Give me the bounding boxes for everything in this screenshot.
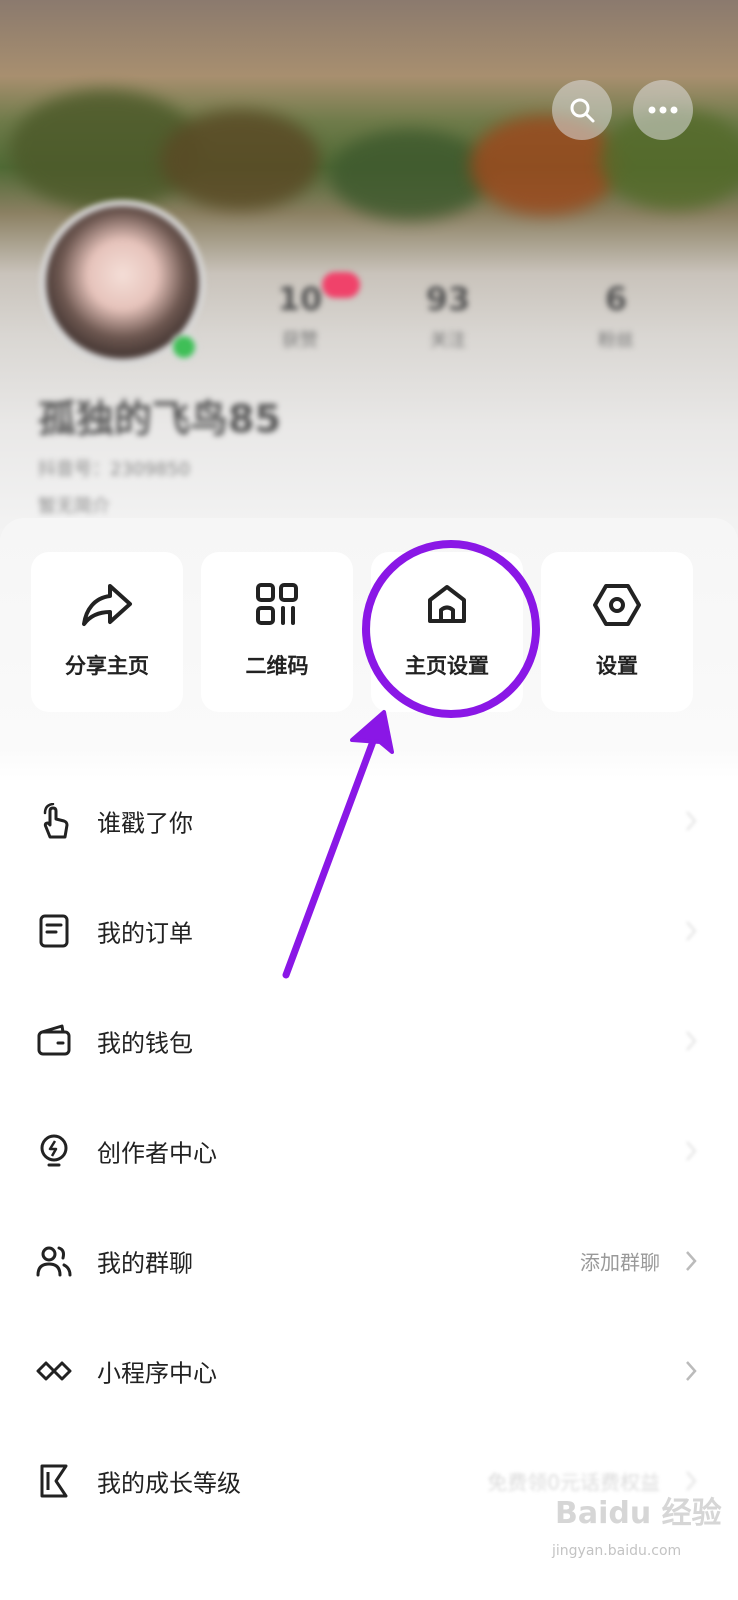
watermark-brand: Baidu 经验: [555, 1496, 722, 1531]
watermark-url: jingyan.baidu.com: [552, 1543, 682, 1559]
pointer-arrow-annotation: [282, 710, 394, 979]
